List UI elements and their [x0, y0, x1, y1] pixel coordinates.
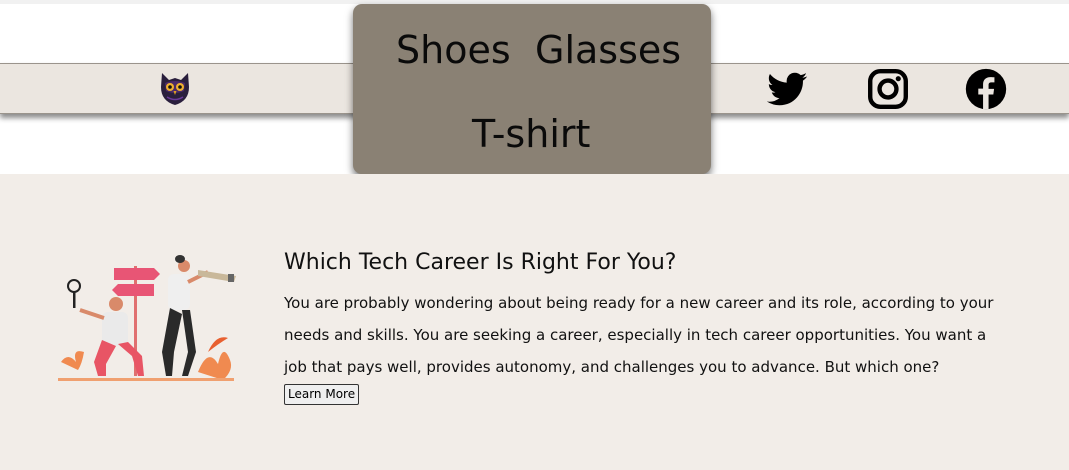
learn-more-button[interactable]: Learn More [284, 384, 360, 405]
menu-item-tshirt[interactable]: T-shirt [472, 112, 590, 156]
menu-item-shoes[interactable]: Shoes [396, 28, 511, 72]
career-illustration [58, 252, 236, 388]
career-section: Which Tech Career Is Right For You? You … [0, 174, 1069, 470]
facebook-icon[interactable] [962, 67, 1010, 111]
instagram-icon[interactable] [864, 67, 912, 111]
category-menu: Shoes Glasses T-shirt [353, 4, 711, 174]
twitter-icon[interactable] [763, 68, 811, 112]
menu-item-glasses[interactable]: Glasses [535, 28, 681, 72]
career-description: You are probably wondering about being r… [284, 294, 994, 376]
owl-logo-icon[interactable] [159, 71, 191, 107]
career-heading: Which Tech Career Is Right For You? [284, 250, 677, 275]
